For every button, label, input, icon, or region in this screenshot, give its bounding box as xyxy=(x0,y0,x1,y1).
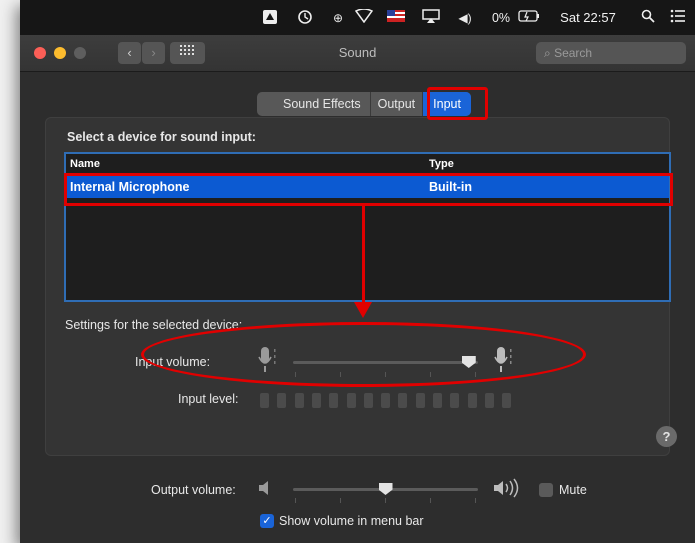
sound-preferences-window: ⊕ ◀︎) 0% Sat 22:57 ‹ › Sound ⌕ Search So… xyxy=(20,0,695,543)
input-level-segment xyxy=(260,393,269,408)
output-volume-tick xyxy=(385,498,386,503)
time-machine-icon[interactable] xyxy=(295,9,315,27)
input-level-segment xyxy=(467,393,477,408)
show-volume-checkbox[interactable]: ✓ xyxy=(260,514,274,528)
input-level-segment xyxy=(450,393,460,408)
mute-checkbox[interactable] xyxy=(539,483,553,497)
device-list-heading: Select a device for sound input: xyxy=(67,130,256,144)
input-level-segment xyxy=(363,393,373,408)
input-level-segment xyxy=(311,393,321,408)
flag-icon[interactable] xyxy=(385,9,407,27)
table-header: Name Type xyxy=(66,154,669,174)
input-level-segment xyxy=(415,393,425,408)
output-volume-slider-thumb[interactable] xyxy=(378,483,393,495)
annotation-arrow-head xyxy=(354,302,372,318)
title-bar: ‹ › Sound ⌕ Search xyxy=(20,35,695,72)
speaker-low-icon xyxy=(258,480,274,501)
column-header-type[interactable]: Type xyxy=(429,158,454,170)
input-level-segment xyxy=(346,393,356,408)
output-volume-tick xyxy=(295,498,296,503)
vpn-icon[interactable]: ⊕ xyxy=(328,9,348,27)
desktop-frame: ⊕ ◀︎) 0% Sat 22:57 ‹ › Sound ⌕ Search So… xyxy=(0,0,695,543)
help-button[interactable]: ? xyxy=(656,426,677,447)
search-placeholder: Search xyxy=(554,46,593,60)
output-volume-tick xyxy=(475,498,476,503)
search-field[interactable]: ⌕ Search xyxy=(536,42,686,64)
output-volume-label: Output volume: xyxy=(151,483,236,497)
mute-label: Mute xyxy=(559,483,587,497)
spotlight-icon[interactable] xyxy=(638,9,658,27)
battery-percent[interactable]: 0% xyxy=(486,9,516,27)
output-volume-tick xyxy=(340,498,341,503)
column-header-name[interactable]: Name xyxy=(70,158,100,170)
menubar-clock[interactable]: Sat 22:57 xyxy=(548,9,628,27)
output-volume-tick xyxy=(430,498,431,503)
menu-bar: ⊕ ◀︎) 0% Sat 22:57 xyxy=(20,0,695,35)
show-volume-label: Show volume in menu bar xyxy=(279,514,424,528)
content-area: Sound Effects Output Input Select a devi… xyxy=(20,72,695,543)
airplay-icon[interactable] xyxy=(420,9,442,27)
input-level-segment xyxy=(294,393,304,408)
annotation-arrow-line xyxy=(362,206,365,306)
tab-output[interactable]: Output xyxy=(371,92,424,116)
input-level-segment xyxy=(398,393,408,408)
annotation-box-input-tab xyxy=(427,87,488,120)
search-icon: ⌕ xyxy=(544,46,555,60)
input-level-segment xyxy=(381,393,391,408)
tab-sound-effects[interactable]: Sound Effects xyxy=(257,92,371,116)
annotation-ellipse-input-volume xyxy=(141,322,586,387)
wifi-icon[interactable] xyxy=(353,8,375,27)
annotation-box-device-row xyxy=(64,173,673,206)
battery-icon[interactable] xyxy=(516,9,542,27)
speaker-high-icon xyxy=(493,478,523,503)
input-level-segment xyxy=(484,393,494,408)
notification-icon[interactable] xyxy=(261,9,279,27)
input-level-segment xyxy=(502,393,512,408)
input-level-label: Input level: xyxy=(178,392,239,406)
input-level-segment xyxy=(277,393,287,408)
input-level-segment xyxy=(329,393,339,408)
notification-center-icon[interactable] xyxy=(668,9,688,27)
input-level-segment xyxy=(433,393,442,408)
volume-icon[interactable]: ◀︎) xyxy=(454,9,476,27)
